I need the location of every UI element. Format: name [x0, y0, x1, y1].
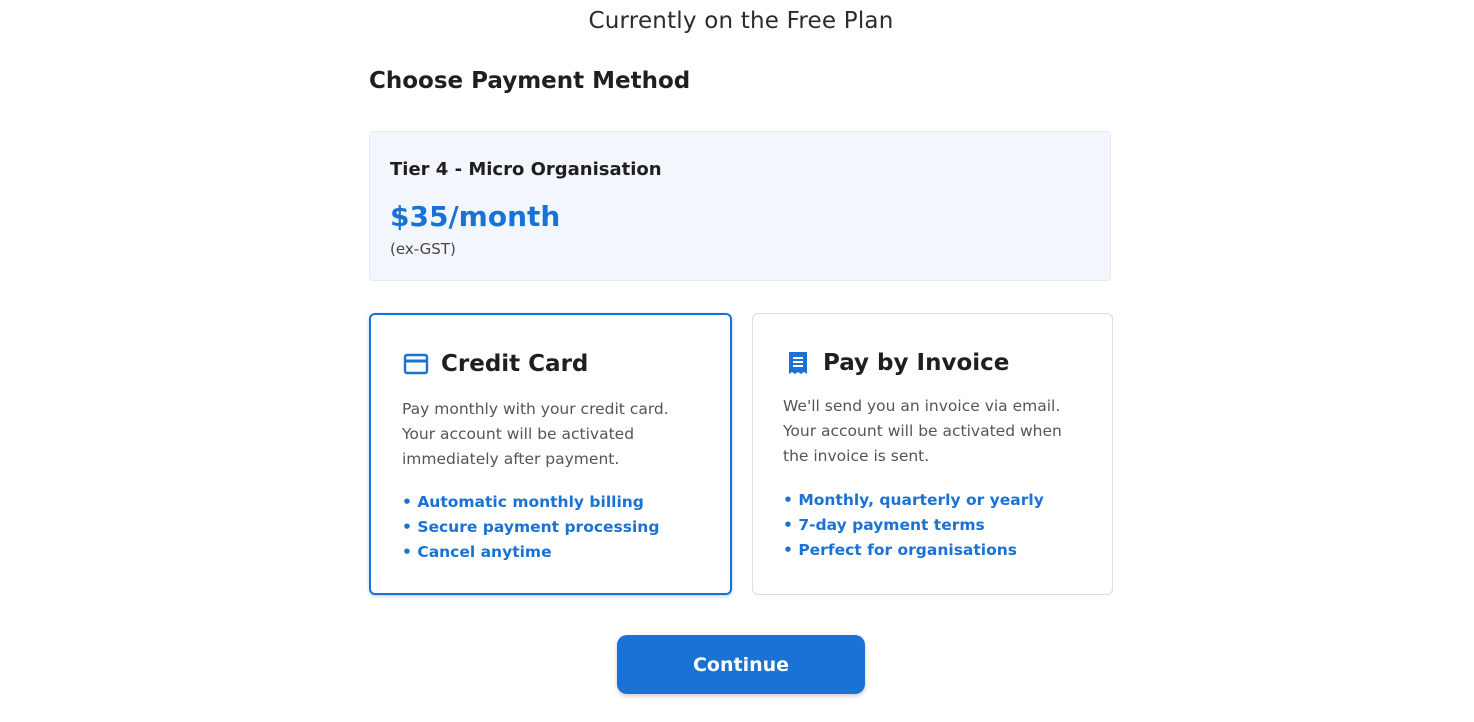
invoice-icon [785, 350, 811, 376]
continue-button[interactable]: Continue [617, 635, 865, 694]
feature-item: Secure payment processing [402, 515, 659, 540]
plan-tax-note: (ex-GST) [390, 240, 456, 258]
plan-price: $35/month [390, 200, 561, 233]
invoice-option[interactable]: Pay by Invoice We'll send you an invoice… [752, 313, 1113, 595]
feature-item: 7-day payment terms [783, 513, 1044, 538]
feature-item: Cancel anytime [402, 540, 659, 565]
credit-card-features: Automatic monthly billing Secure payment… [402, 490, 659, 565]
feature-item: Monthly, quarterly or yearly [783, 488, 1044, 513]
credit-card-header: Credit Card [403, 351, 588, 377]
invoice-description: We'll send you an invoice via email. You… [783, 397, 1062, 465]
plan-summary: Tier 4 - Micro Organisation $35/month (e… [369, 131, 1111, 281]
current-plan-label: Currently on the Free Plan [588, 8, 894, 34]
invoice-features: Monthly, quarterly or yearly 7-day payme… [783, 488, 1044, 563]
credit-card-title: Credit Card [441, 351, 589, 377]
feature-item: Perfect for organisations [783, 538, 1044, 563]
feature-item: Automatic monthly billing [402, 490, 659, 515]
invoice-header: Pay by Invoice [785, 350, 1009, 376]
credit-card-icon [403, 351, 429, 377]
credit-card-description: Pay monthly with your credit card. Your … [402, 400, 669, 468]
section-title: Choose Payment Method [369, 68, 691, 94]
invoice-title: Pay by Invoice [823, 350, 1010, 376]
plan-name: Tier 4 - Micro Organisation [390, 159, 662, 180]
payment-method-page: Currently on the Free Plan Choose Paymen… [0, 0, 1474, 722]
credit-card-option[interactable]: Credit Card Pay monthly with your credit… [369, 313, 732, 595]
